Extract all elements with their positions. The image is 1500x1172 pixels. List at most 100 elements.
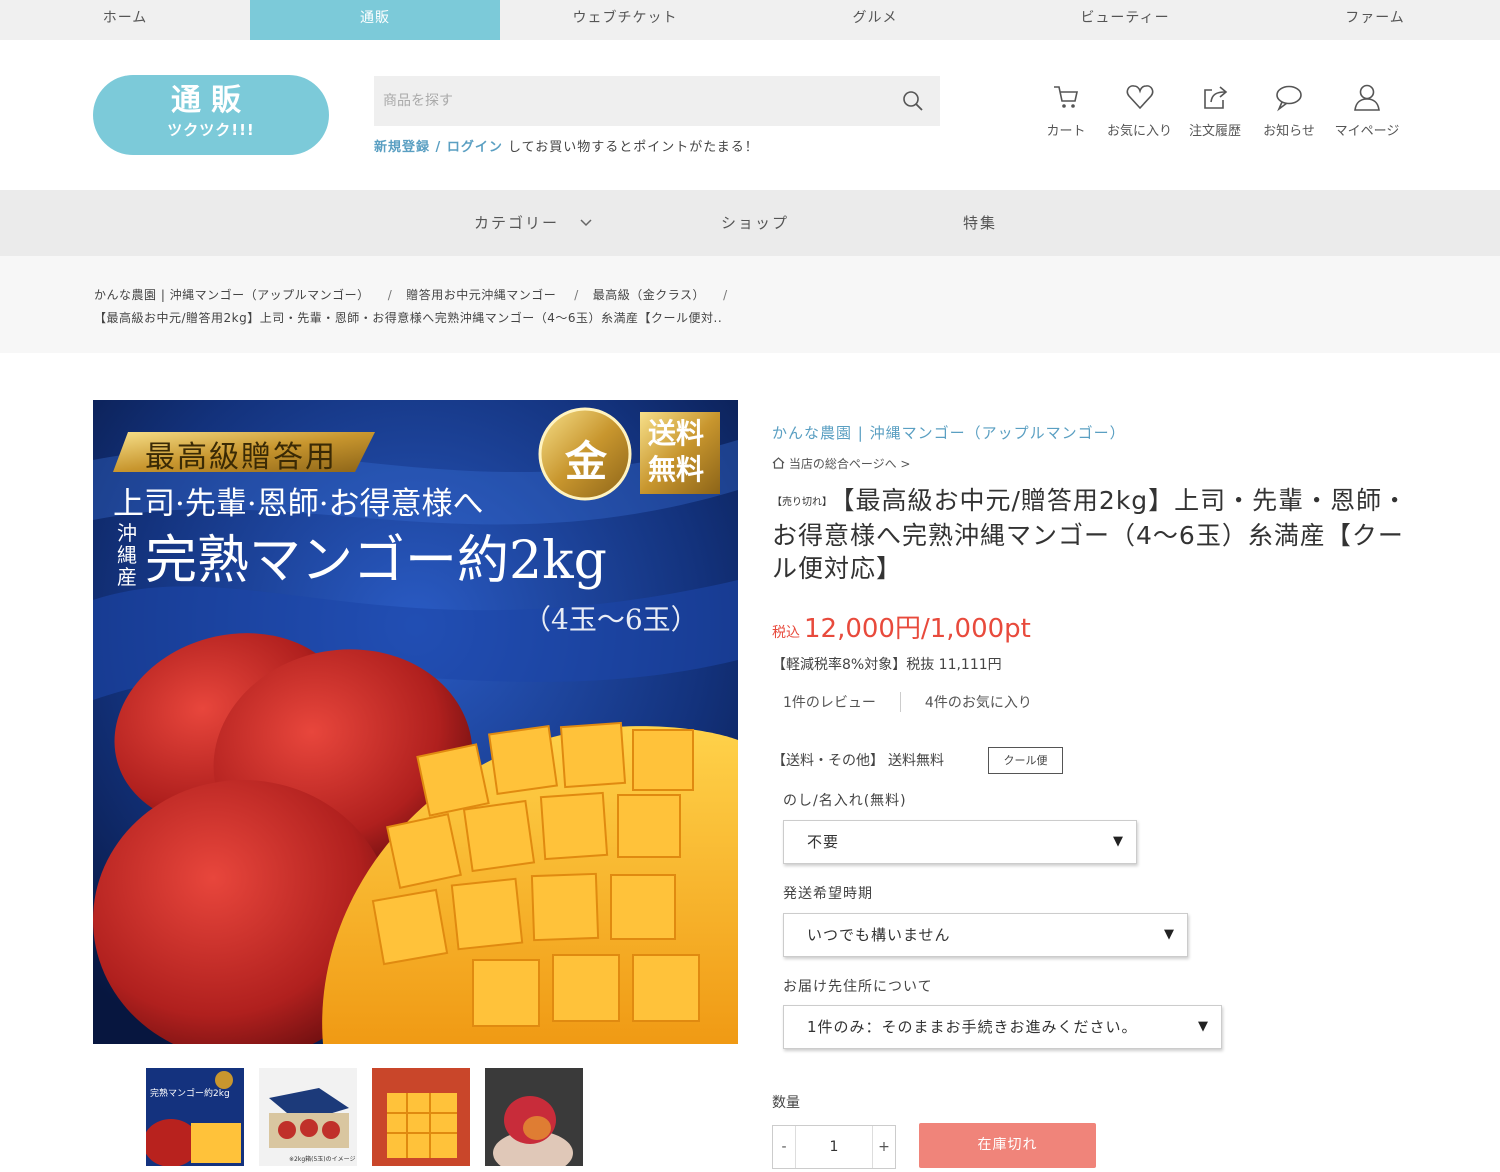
quantity-plus-button[interactable]: +: [873, 1126, 895, 1168]
chevron-down-icon: [580, 219, 592, 227]
cart-label: カート: [1046, 124, 1086, 139]
thumbnail-image: [259, 1068, 357, 1166]
thumbnail-list: 完熟マンゴー約2kg ※2kg箱(5玉)のイメージ: [146, 1068, 598, 1166]
breadcrumb: かんな農園 | 沖縄マンゴー（アップルマンゴー） / 贈答用お中元沖縄マンゴー / 最高…: [94, 288, 728, 325]
order-history-label: 注文履歴: [1188, 124, 1241, 139]
mypage-link[interactable]: マイページ: [1327, 82, 1407, 139]
quantity-label: 数量: [772, 1095, 800, 1111]
breadcrumb-area: かんな農園 | 沖縄マンゴー（アップルマンゴー） / 贈答用お中元沖縄マンゴー / 最高…: [0, 256, 1500, 353]
notice-label: お知らせ: [1263, 124, 1315, 139]
shipping-label: 【送料・その他】: [772, 753, 884, 769]
mypage-label: マイページ: [1334, 124, 1400, 139]
search-icon[interactable]: [902, 90, 924, 112]
review-count[interactable]: 1件のレビュー: [783, 692, 876, 712]
search-bar: [374, 76, 940, 126]
thumbnail[interactable]: [485, 1068, 583, 1166]
login-link[interactable]: ログイン: [447, 140, 503, 155]
thumbnail-image: [372, 1068, 470, 1166]
sold-out-button[interactable]: 在庫切れ: [919, 1123, 1096, 1168]
heart-icon: [1126, 85, 1153, 110]
price-value: 12,000円/1,000pt: [804, 614, 1031, 644]
top-nav: ホーム 通販 ウェブチケット グルメ ビューティー ファーム: [0, 0, 1500, 40]
nav-category[interactable]: カテゴリー: [474, 212, 592, 233]
tab-tsuhan[interactable]: 通販: [250, 0, 500, 40]
login-prompt-text: してお買い物するとポイントがたまる！: [502, 140, 759, 155]
cart-link[interactable]: カート: [1040, 82, 1092, 139]
breadcrumb-current: 【最高級お中元/贈答用2kg】上司・先輩・恩師・お得意様へ完熟沖縄マンゴー（4〜…: [94, 311, 723, 325]
user-icon: [1354, 84, 1380, 111]
thumbnail-text: ※2kg箱(5玉)のイメージ: [289, 1156, 356, 1163]
chat-icon: [1276, 85, 1302, 112]
quantity-minus-button[interactable]: -: [773, 1126, 795, 1168]
product-main-image[interactable]: 最高級贈答用 金 送料 無料 上司·先輩·恩師·お得意様へ 沖縄産 完熟マンゴー…: [93, 400, 738, 1044]
product-title: 【売り切れ】 【最高級お中元/贈答用2kg】上司・先輩・恩師・お得意様へ完熟沖縄マ…: [772, 484, 1412, 585]
image-banner-text: 最高級贈答用: [145, 440, 337, 475]
thumbnail[interactable]: [372, 1068, 470, 1166]
ship-time-select-value: いつでも構いません: [807, 926, 951, 944]
cart-icon: [1054, 86, 1078, 108]
image-line3: （4玉〜6玉）: [523, 603, 699, 636]
tab-beauty[interactable]: ビューティー: [1000, 0, 1250, 40]
shipping-info: 【送料・その他】 送料無料: [772, 750, 944, 770]
product-title-text: 【最高級お中元/贈答用2kg】上司・先輩・恩師・お得意様へ完熟沖縄マンゴー（4〜…: [772, 486, 1409, 583]
header-icons: カート お気に入り 注文履歴 お知らせ マイページ: [1040, 82, 1407, 139]
image-free-ship-1: 送料: [648, 417, 705, 450]
thumbnail[interactable]: ※2kg箱(5玉)のイメージ: [259, 1068, 357, 1166]
sold-out-tag: 【売り切れ】: [772, 496, 832, 508]
dropdown-arrow-icon: ▼: [1164, 927, 1175, 942]
image-line1: 上司·先輩·恩師·お得意様へ: [113, 486, 484, 522]
breadcrumb-item[interactable]: 最高級（金クラス）: [593, 288, 705, 302]
search-input[interactable]: [374, 76, 874, 126]
share-icon: [1204, 86, 1228, 109]
image-gold-text: 金: [565, 437, 608, 486]
order-history-link[interactable]: 注文履歴: [1183, 82, 1247, 139]
shop-top-label: 当店の総合ページへ >: [788, 457, 911, 471]
breadcrumb-item[interactable]: かんな農園 | 沖縄マンゴー（アップルマンゴー）: [94, 288, 370, 302]
logo-text-sub: ツクツク!!!: [167, 121, 255, 139]
logo-text-main: 通販: [171, 83, 251, 118]
dropdown-arrow-icon: ▼: [1198, 1019, 1209, 1034]
site-logo[interactable]: 通販 ツクツク!!!: [93, 75, 329, 155]
favorites-label: お気に入り: [1106, 124, 1172, 139]
thumbnail[interactable]: 完熟マンゴー約2kg: [146, 1068, 244, 1166]
address-select-value: 1件のみ：そのままお手続きお進みください。: [807, 1018, 1138, 1036]
quantity-stepper: - 1 +: [772, 1125, 896, 1169]
login-slash: /: [430, 140, 447, 155]
shop-top-link[interactable]: 当店の総合ページへ >: [772, 455, 910, 472]
tab-gourmet[interactable]: グルメ: [750, 0, 1000, 40]
dropdown-arrow-icon: ▼: [1113, 834, 1124, 849]
address-label: お届け先住所について: [783, 979, 933, 995]
quantity-input[interactable]: 1: [795, 1126, 873, 1168]
tab-farm[interactable]: ファーム: [1250, 0, 1500, 40]
tab-home[interactable]: ホーム: [0, 0, 250, 40]
shop-name-link[interactable]: かんな農園 | 沖縄マンゴー（アップルマンゴー）: [772, 422, 1126, 443]
image-origin: 沖縄産: [117, 521, 137, 589]
cool-delivery-badge: クール便: [988, 747, 1063, 774]
register-link[interactable]: 新規登録: [374, 140, 430, 155]
login-prompt: 新規登録 / ログイン してお買い物するとポイントがたまる！: [374, 136, 759, 155]
tax-label: 税込: [772, 625, 800, 641]
home-icon: [772, 457, 785, 469]
tab-web-ticket[interactable]: ウェブチケット: [500, 0, 750, 40]
noshi-label: のし/名入れ(無料): [783, 793, 907, 809]
favorites-link[interactable]: お気に入り: [1102, 82, 1177, 139]
shipping-value: 送料無料: [888, 753, 944, 769]
nav-shop[interactable]: ショップ: [721, 212, 789, 233]
product-stats: 1件のレビュー 4件のお気に入り: [783, 692, 1032, 712]
nav-category-label: カテゴリー: [474, 214, 560, 232]
address-select[interactable]: 1件のみ：そのままお手続きお進みください。 ▼: [783, 1005, 1222, 1049]
nav-feature[interactable]: 特集: [963, 212, 997, 233]
thumbnail-image: [485, 1068, 583, 1166]
price: 税込 12,000円/1,000pt: [772, 608, 1031, 645]
ship-time-select[interactable]: いつでも構いません ▼: [783, 913, 1188, 957]
reduced-tax-info: 【軽減税率8%対象】税抜 11,111円: [772, 657, 1002, 673]
global-nav: カテゴリー ショップ 特集: [0, 190, 1500, 256]
favorite-count: 4件のお気に入り: [924, 695, 1032, 711]
image-free-ship-2: 無料: [648, 453, 705, 486]
breadcrumb-item[interactable]: 贈答用お中元沖縄マンゴー: [406, 288, 556, 302]
thumbnail-text: 完熟マンゴー約2kg: [150, 1089, 230, 1099]
ship-time-label: 発送希望時期: [783, 886, 873, 902]
thumbnail-image: [146, 1068, 244, 1166]
noshi-select[interactable]: 不要 ▼: [783, 820, 1137, 864]
notice-link[interactable]: お知らせ: [1257, 82, 1321, 139]
